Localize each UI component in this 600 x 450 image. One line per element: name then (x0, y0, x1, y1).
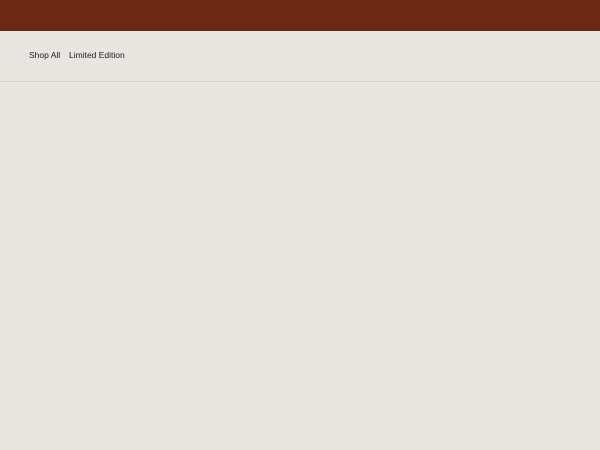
nav-link-limited-edition[interactable]: Limited Edition (69, 50, 125, 60)
page-content-area (0, 82, 600, 450)
nav-link-shop-all[interactable]: Shop All (29, 50, 60, 60)
main-navigation: Shop All Limited Edition (0, 31, 600, 82)
top-header-bar (0, 0, 600, 31)
